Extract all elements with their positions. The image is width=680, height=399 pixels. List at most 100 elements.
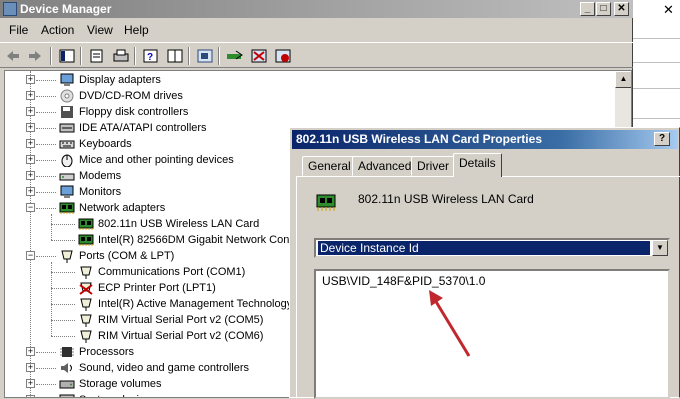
menu-view[interactable]: View [87,23,113,37]
tree-category-item[interactable]: Sound, video and game controllers [59,360,249,376]
menu-help[interactable]: Help [124,23,149,37]
scan-hardware-icon[interactable] [196,47,214,65]
expand-plus-icon[interactable]: + [26,363,35,372]
tree-category-item[interactable]: Floppy disk controllers [59,104,188,120]
tree-connector-line [36,160,56,161]
forward-arrow-icon[interactable] [26,47,44,65]
maximize-button[interactable]: □ [596,2,611,16]
tree-child-item[interactable]: RIM Virtual Serial Port v2 (COM6) [78,328,263,344]
device-instance-id-value[interactable]: USB\VID_148F&PID_5370\1.0 [322,274,485,288]
tab-driver[interactable]: Driver [411,156,455,176]
expand-plus-icon[interactable]: + [26,123,35,132]
tree-item-label: 802.11n USB Wireless LAN Card [98,218,260,230]
toolbar-separator [50,47,52,65]
tree-item-label: Modems [79,170,122,182]
expand-plus-icon[interactable]: + [26,75,35,84]
collapse-minus-icon[interactable]: − [26,251,35,260]
toolbar-separator [188,47,190,65]
tree-connector-line [36,128,56,129]
tree-connector-line [51,272,75,273]
expand-plus-icon[interactable]: + [26,347,35,356]
expand-plus-icon[interactable]: + [26,139,35,148]
tree-connector-line [51,224,75,225]
tree-category-item[interactable]: Keyboards [59,136,132,152]
network-card-icon [59,201,75,215]
tree-child-item[interactable]: Intel(R) 82566DM Gigabit Network Connect… [78,232,313,248]
minimize-button[interactable]: _ [580,2,595,16]
close-button[interactable]: ✕ [614,2,629,16]
tree-category-item[interactable]: System devices [59,392,156,397]
tree-category-item[interactable]: Storage volumes [59,376,162,392]
tree-category-item[interactable]: Monitors [59,184,121,200]
view-icon[interactable] [166,47,184,65]
tree-connector-line [36,256,56,257]
device-manager-app-icon [3,2,17,16]
expand-plus-icon[interactable]: + [26,155,35,164]
window-title: Device Manager [20,2,112,16]
property-dropdown[interactable]: Device Instance Id ▼ [314,238,670,258]
device-name-label: 802.11n USB Wireless LAN Card [358,192,534,206]
tree-item-label: Intel(R) Active Management Technology - … [98,298,310,310]
tree-category-item[interactable]: IDE ATA/ATAPI controllers [59,120,207,136]
tree-connector-line [51,336,75,337]
properties-icon[interactable] [88,47,106,65]
port-icon [78,265,94,279]
tree-category-item[interactable]: Mice and other pointing devices [59,152,234,168]
device-manager-titlebar[interactable]: Device Manager _ □ ✕ [0,0,633,18]
expand-plus-icon[interactable]: + [26,107,35,116]
background-close-icon[interactable]: ✕ [663,2,674,18]
tab-general[interactable]: General [302,156,357,176]
scroll-up-arrow-icon[interactable]: ▲ [615,71,631,88]
tree-child-item[interactable]: 802.11n USB Wireless LAN Card [78,216,259,232]
menu-file[interactable]: File [9,23,28,37]
modem-icon [59,169,75,183]
tree-category-item[interactable]: Display adapters [59,72,161,88]
disc-icon [59,89,75,103]
tree-child-item[interactable]: ECP Printer Port (LPT1) [78,280,216,296]
processor-icon [59,345,75,359]
tree-category-item[interactable]: Processors [59,344,134,360]
tree-child-item[interactable]: Intel(R) Active Management Technology - … [78,296,309,312]
tree-connector-line [51,288,75,289]
back-arrow-icon[interactable] [4,47,22,65]
tree-item-label: ECP Printer Port (LPT1) [98,282,216,294]
tab-details[interactable]: Details [453,153,502,177]
tree-category-item[interactable]: Ports (COM & LPT) [59,248,174,264]
update-driver-icon[interactable] [226,47,244,65]
disable-device-icon[interactable] [274,47,292,65]
collapse-minus-icon[interactable]: − [26,203,35,212]
tree-item-label: RIM Virtual Serial Port v2 (COM6) [98,330,264,342]
menu-bar: File Action View Help [0,20,633,40]
dialog-titlebar[interactable]: 802.11n USB Wireless LAN Card Properties [292,130,678,149]
menu-action[interactable]: Action [41,23,74,37]
property-value-list[interactable]: USB\VID_148F&PID_5370\1.0 [314,269,670,399]
tree-connector-line [36,112,56,113]
tree-child-item[interactable]: RIM Virtual Serial Port v2 (COM5) [78,312,263,328]
expand-plus-icon[interactable]: + [26,171,35,180]
tree-child-item[interactable]: Communications Port (COM1) [78,264,245,280]
uninstall-icon[interactable] [250,47,268,65]
tree-category-item[interactable]: Network adapters [59,200,165,216]
tree-connector-line [36,80,56,81]
background-divider [633,38,680,39]
dropdown-arrow-icon[interactable]: ▼ [652,240,668,256]
port-error-icon [78,281,94,295]
tree-connector-line [36,384,56,385]
toolbar: ? [0,42,633,68]
tree-connector-line [36,96,56,97]
tree-category-item[interactable]: Modems [59,168,121,184]
expand-plus-icon[interactable]: + [26,379,35,388]
expand-plus-icon[interactable]: + [26,187,35,196]
show-hide-console-tree-icon[interactable] [58,47,76,65]
tree-item-label: Processors [79,346,135,358]
background-divider [633,88,680,89]
print-icon[interactable] [112,47,130,65]
tab-advanced[interactable]: Advanced [352,156,418,176]
tree-item-label: Storage volumes [79,378,162,390]
annotation-arrow-shaft [433,299,471,357]
dialog-help-button[interactable]: ? [654,132,670,146]
tree-category-item[interactable]: DVD/CD-ROM drives [59,88,183,104]
expand-plus-icon[interactable]: + [26,91,35,100]
tree-item-label: Monitors [79,186,122,198]
help-icon[interactable]: ? [142,47,160,65]
